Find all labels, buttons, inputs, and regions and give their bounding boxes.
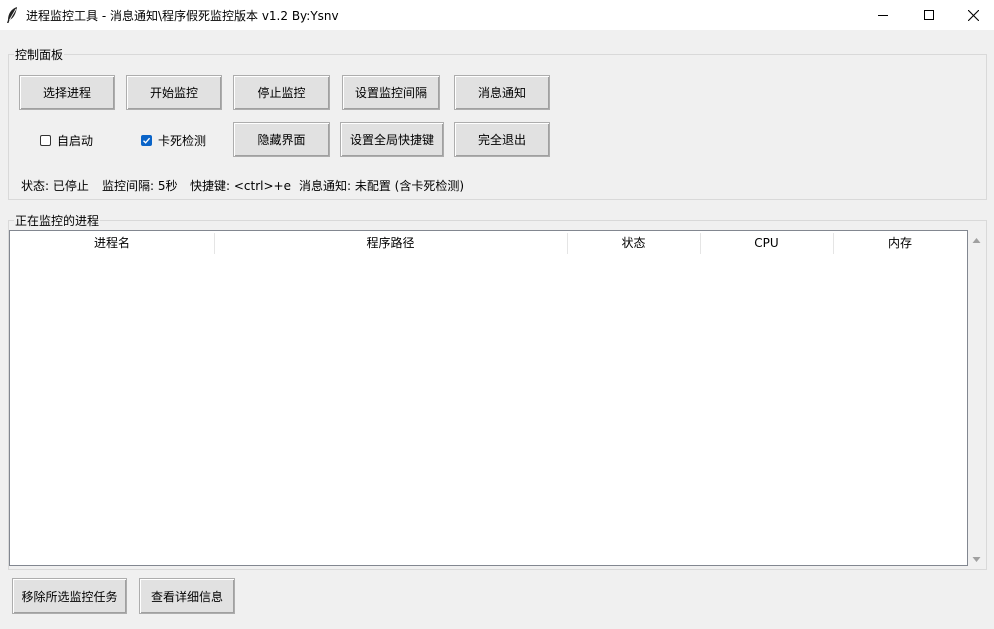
table-header: 进程名 程序路径 状态 CPU 内存 [10,231,967,256]
minimize-button[interactable] [860,0,906,30]
column-header-memory[interactable]: 内存 [833,231,967,256]
checkbox-box-checked [141,135,152,146]
column-header-cpu[interactable]: CPU [700,231,833,256]
app-window: 进程监控工具 - 消息通知\程序假死监控版本 v1.2 By:Ysnv 控制面板… [0,0,994,629]
freeze-detect-checkbox[interactable]: 卡死检测 [141,132,206,149]
message-notify-button[interactable]: 消息通知 [454,75,550,110]
view-details-button[interactable]: 查看详细信息 [139,578,235,614]
set-interval-button[interactable]: 设置监控间隔 [342,75,440,110]
maximize-icon [924,10,934,20]
feather-icon [5,6,19,24]
stop-monitor-button[interactable]: 停止监控 [233,75,330,110]
status-interval: 监控间隔: 5秒 [102,179,178,193]
status-notify: 消息通知: 未配置 (含卡死检测) [299,179,465,193]
quit-button[interactable]: 完全退出 [454,122,550,157]
autostart-checkbox[interactable]: 自启动 [40,132,93,149]
table-scrollbar[interactable] [968,230,985,566]
column-header-name[interactable]: 进程名 [10,231,214,256]
freeze-detect-label: 卡死检测 [158,134,207,148]
start-monitor-button[interactable]: 开始监控 [126,75,222,110]
close-button[interactable] [950,0,994,30]
status-hotkey: 快捷键: <ctrl>+e [190,179,291,193]
checkbox-box [40,135,51,146]
hide-ui-button[interactable]: 隐藏界面 [233,122,330,157]
monitor-panel-label: 正在监控的进程 [14,212,101,229]
window-title: 进程监控工具 - 消息通知\程序假死监控版本 v1.2 By:Ysnv [26,9,339,23]
control-panel-label: 控制面板 [14,46,65,63]
maximize-button[interactable] [906,0,952,30]
scroll-down-icon[interactable] [972,553,981,562]
column-header-status[interactable]: 状态 [567,231,700,256]
status-state: 状态: 已停止 [21,179,89,193]
select-process-button[interactable]: 选择进程 [19,75,115,110]
process-table[interactable]: 进程名 程序路径 状态 CPU 内存 [9,230,968,566]
scroll-up-icon[interactable] [972,234,981,243]
check-icon [143,137,151,144]
title-bar: 进程监控工具 - 消息通知\程序假死监控版本 v1.2 By:Ysnv [0,0,994,30]
remove-selected-button[interactable]: 移除所选监控任务 [12,578,127,614]
close-icon [967,9,979,21]
set-hotkey-button[interactable]: 设置全局快捷键 [340,122,444,157]
minimize-icon [878,10,888,20]
autostart-label: 自启动 [57,134,94,148]
column-header-path[interactable]: 程序路径 [214,231,567,256]
